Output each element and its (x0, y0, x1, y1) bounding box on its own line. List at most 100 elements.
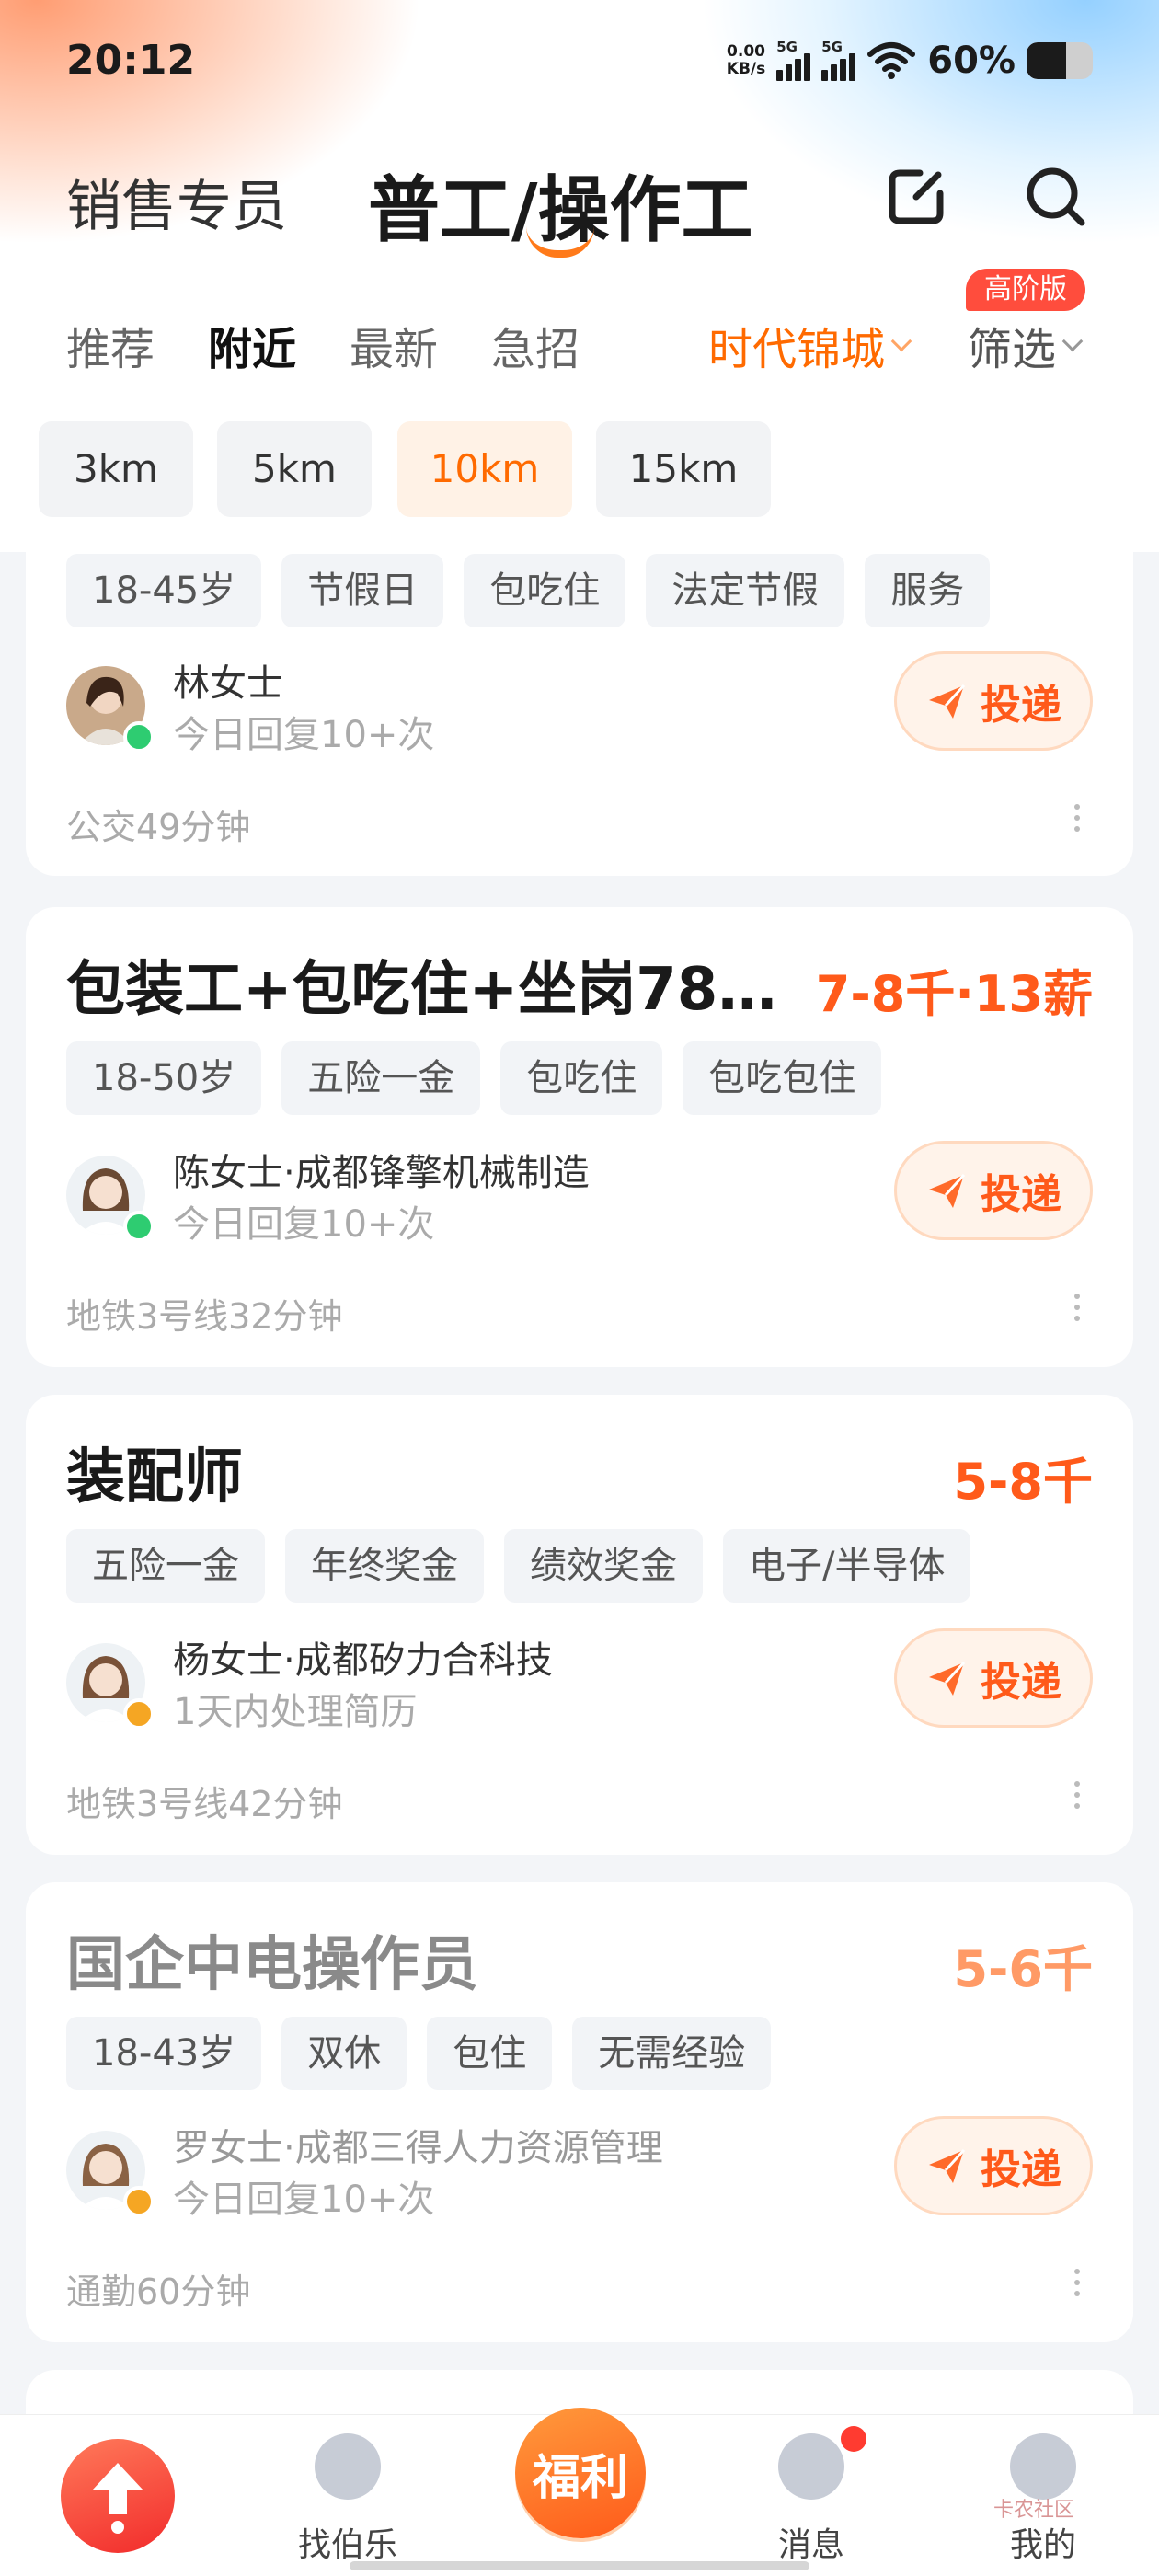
job-tag: 节假日 (281, 554, 444, 627)
activity-status-dot (123, 2186, 155, 2217)
job-salary: 7-8千·13薪 (815, 965, 1093, 1023)
reply-rate: 1天内处理简历 (173, 1691, 418, 1733)
nav-benefits[interactable]: 福利 (515, 2408, 646, 2538)
commute-time: 地铁3号线32分钟 (66, 1296, 343, 1337)
avatar[interactable] (66, 2131, 155, 2217)
reply-rate: 今日回复10+次 (173, 714, 435, 756)
tab-recommended[interactable]: 推荐 (66, 313, 155, 377)
job-tag: 服务 (865, 554, 991, 627)
job-tags: 18-43岁 双休 包住 无需经验 (66, 2017, 772, 2090)
signal-icon: 5G (821, 39, 856, 81)
job-tag: 绩效奖金 (504, 1529, 703, 1603)
profile-icon (1010, 2433, 1076, 2500)
job-card[interactable]: 国企中电操作员 5-6千 18-43岁 双休 包住 无需经验 罗女士·成都三得人… (26, 1882, 1133, 2342)
battery-icon (1027, 42, 1093, 79)
status-bar: 20:12 0.00 KB/s 5G 5G 60% (0, 0, 1159, 120)
feed-tabs: 推荐 附近 最新 急招 时代锦城 筛选 (0, 304, 1159, 377)
job-salary: 5-8千 (953, 1453, 1093, 1511)
bottom-nav: 找伯乐 福利 消息 我的 (0, 2408, 1159, 2576)
apply-button[interactable]: 投递 (894, 651, 1093, 751)
job-tag: 无需经验 (572, 2017, 772, 2090)
job-tags: 五险一金 年终奖金 绩效奖金 电子/半导体 (66, 1529, 971, 1603)
job-tag: 双休 (281, 2017, 407, 2090)
job-tag: 18-45岁 (66, 554, 262, 627)
job-tag: 包吃住 (500, 1041, 663, 1115)
distance-chip-5km[interactable]: 5km (217, 421, 372, 517)
nav-messages[interactable]: 消息 (719, 2415, 903, 2576)
avatar[interactable] (66, 1643, 155, 1730)
recruiter-name: 罗女士·成都三得人力资源管理 (173, 2127, 663, 2169)
battery-percent: 60% (927, 40, 1016, 82)
location-selector[interactable]: 时代锦城 (708, 313, 912, 377)
recruiter-name: 陈女士·成都锋擎机械制造 (173, 1152, 590, 1194)
apply-button[interactable]: 投递 (894, 2116, 1093, 2215)
job-tag: 法定节假 (646, 554, 845, 627)
find-icon (315, 2433, 381, 2500)
wifi-icon (867, 42, 916, 79)
message-icon (778, 2433, 844, 2500)
distance-chip-10km[interactable]: 10km (397, 421, 572, 517)
job-tag: 年终奖金 (285, 1529, 484, 1603)
job-tag: 包吃住 (464, 554, 626, 627)
online-status-dot (123, 721, 155, 753)
category-tab-sales[interactable]: 销售专员 (66, 162, 287, 242)
apply-button[interactable]: 投递 (894, 1141, 1093, 1240)
signal-icon: 5G (776, 39, 811, 81)
location-label: 时代锦城 (708, 324, 886, 375)
more-icon[interactable] (1074, 1781, 1082, 1809)
edit-icon[interactable] (879, 160, 953, 234)
commute-time: 地铁3号线42分钟 (66, 1784, 343, 1824)
watermark: 卡农社区 (993, 2499, 1075, 2522)
job-tags: 18-50岁 五险一金 包吃住 包吃包住 (66, 1041, 882, 1115)
tab-nearby[interactable]: 附近 (208, 313, 296, 377)
job-tags: 18-45岁 节假日 包吃住 法定节假 服务 (66, 554, 991, 627)
nav-benefits-label: 福利 (532, 2450, 628, 2506)
job-salary: 5-6千 (953, 1940, 1093, 1998)
unread-badge (841, 2426, 866, 2452)
job-tag: 五险一金 (281, 1041, 481, 1115)
job-card[interactable]: 包装工+包吃住+坐岗780… 7-8千·13薪 18-50岁 五险一金 包吃住 … (26, 907, 1133, 1367)
chevron-down-icon (890, 330, 912, 352)
battery-fill (1027, 42, 1067, 79)
job-tag: 18-50岁 (66, 1041, 262, 1115)
job-tag: 18-43岁 (66, 2017, 262, 2090)
job-tag: 电子/半导体 (723, 1529, 971, 1603)
nav-find-label: 找伯乐 (297, 2526, 397, 2564)
recruiter-name: 杨女士·成都矽力合科技 (173, 1639, 553, 1682)
avatar[interactable] (66, 1156, 155, 1242)
more-icon[interactable] (1074, 804, 1082, 832)
more-icon[interactable] (1074, 2269, 1082, 2296)
job-card[interactable]: 18-45岁 节假日 包吃住 法定节假 服务 林女士 今日回复10+次 投递 公… (26, 548, 1133, 876)
more-icon[interactable] (1074, 1294, 1082, 1321)
send-icon (929, 1661, 966, 1696)
job-tag: 五险一金 (66, 1529, 265, 1603)
recruiter-name: 林女士 (173, 662, 283, 705)
net-speed: 0.00 KB/s (726, 42, 766, 78)
job-title: 国企中电操作员 (66, 1931, 478, 1999)
filter-label: 筛选 (968, 324, 1057, 375)
distance-chip-15km[interactable]: 15km (596, 421, 771, 517)
send-icon (929, 2148, 966, 2183)
tab-latest[interactable]: 最新 (350, 313, 438, 377)
clock: 20:12 (66, 37, 196, 84)
send-icon (929, 684, 966, 719)
home-indicator[interactable] (350, 2561, 809, 2570)
job-title: 包装工+包吃住+坐岗780… (66, 956, 802, 1024)
job-card[interactable]: 装配师 5-8千 五险一金 年终奖金 绩效奖金 电子/半导体 杨女士·成都矽力合… (26, 1395, 1133, 1855)
send-icon (929, 1173, 966, 1208)
scroll-top-button[interactable] (61, 2439, 175, 2553)
filter-button[interactable]: 筛选 (968, 313, 1084, 377)
avatar[interactable] (66, 666, 155, 753)
tab-urgent[interactable]: 急招 (491, 313, 580, 377)
reply-rate: 今日回复10+次 (173, 1203, 435, 1246)
search-icon[interactable] (1019, 160, 1093, 234)
status-icons: 0.00 KB/s 5G 5G 60% (727, 35, 1093, 86)
reply-rate: 今日回复10+次 (173, 2179, 435, 2221)
pro-badge: 高阶版 (966, 269, 1085, 311)
job-list[interactable]: 18-45岁 节假日 包吃住 法定节假 服务 林女士 今日回复10+次 投递 公… (0, 548, 1159, 2414)
apply-button[interactable]: 投递 (894, 1628, 1093, 1728)
distance-chip-3km[interactable]: 3km (39, 421, 193, 517)
activity-status-dot (123, 1698, 155, 1730)
nav-find[interactable]: 找伯乐 (256, 2415, 440, 2576)
distance-filter: 3km 5km 10km 15km (0, 421, 1159, 550)
